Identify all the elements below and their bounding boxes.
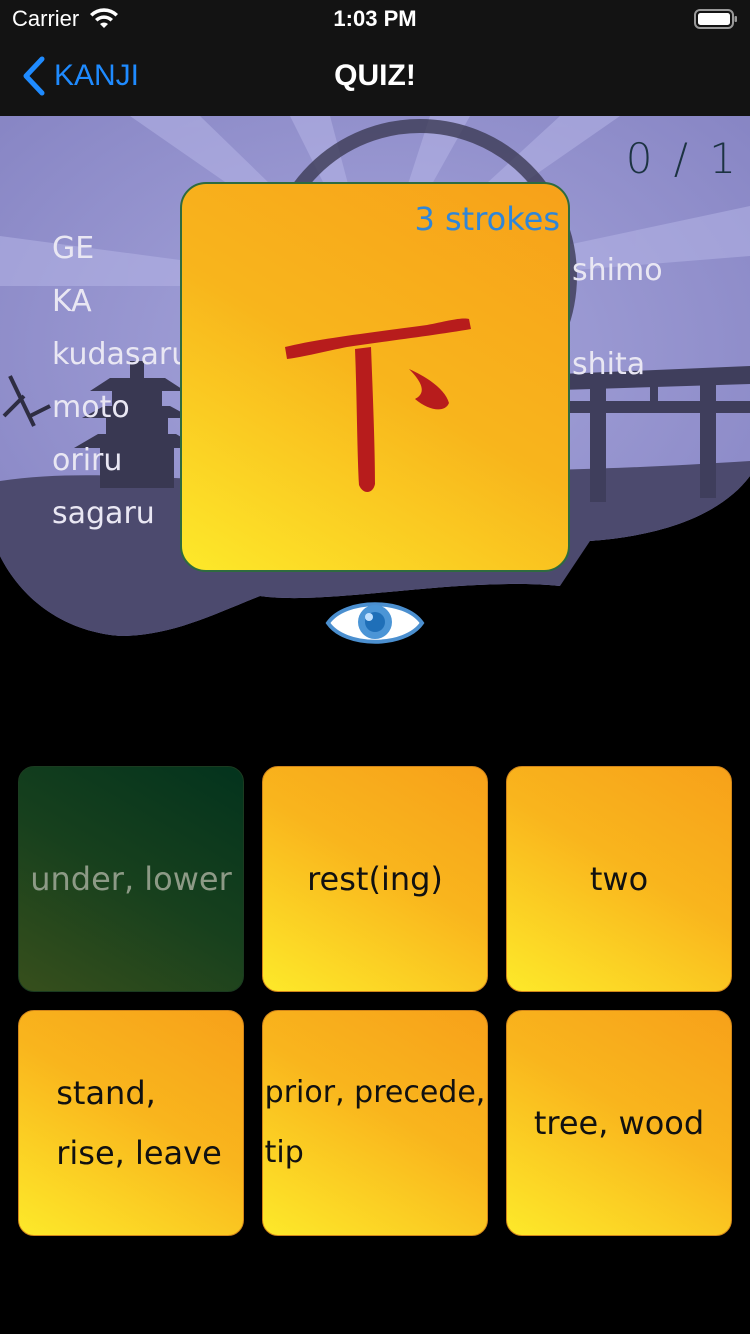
kanji-glyph: [285, 318, 471, 493]
answer-option[interactable]: prior, precede, tip: [262, 1010, 488, 1236]
answer-label: stand, rise, leave: [56, 1074, 222, 1172]
answer-label: rest(ing): [307, 860, 443, 898]
reading-item: GE: [52, 231, 95, 266]
answer-option[interactable]: rest(ing): [262, 766, 488, 992]
reading-item: shimo: [572, 253, 663, 288]
answer-option[interactable]: two: [506, 766, 732, 992]
answer-option[interactable]: tree, wood: [506, 1010, 732, 1236]
navigation-bar: KANJI QUIZ!: [0, 40, 750, 116]
answer-label: prior, precede, tip: [264, 1075, 486, 1170]
clock: 1:03 PM: [333, 6, 417, 31]
answer-option[interactable]: under, lower: [18, 766, 244, 992]
battery-icon: [694, 9, 737, 29]
reading-item: moto: [52, 390, 130, 425]
reading-item: oriru: [52, 443, 123, 478]
answer-label: tree, wood: [533, 1104, 705, 1142]
reading-item: kudasaru: [52, 337, 191, 372]
kanji-card: 3 strokes: [180, 182, 570, 572]
stroke-count: 3 strokes: [414, 200, 560, 238]
answer-label: under, lower: [30, 860, 232, 898]
readings-right: shimo shita: [572, 224, 663, 412]
reading-item: sagaru: [52, 496, 155, 531]
answer-option[interactable]: stand, rise, leave: [18, 1010, 244, 1236]
reading-item: shita: [572, 347, 646, 382]
page-title: QUIZ!: [334, 59, 416, 92]
reading-item: KA: [52, 284, 92, 319]
answer-label: two: [589, 860, 649, 898]
status-bar: Carrier 1:03 PM: [0, 0, 750, 40]
eye-icon[interactable]: [325, 590, 425, 656]
readings-left: GE KA kudasaru moto oriru sagaru: [52, 222, 190, 540]
score-counter: 0 / 1: [625, 134, 740, 183]
